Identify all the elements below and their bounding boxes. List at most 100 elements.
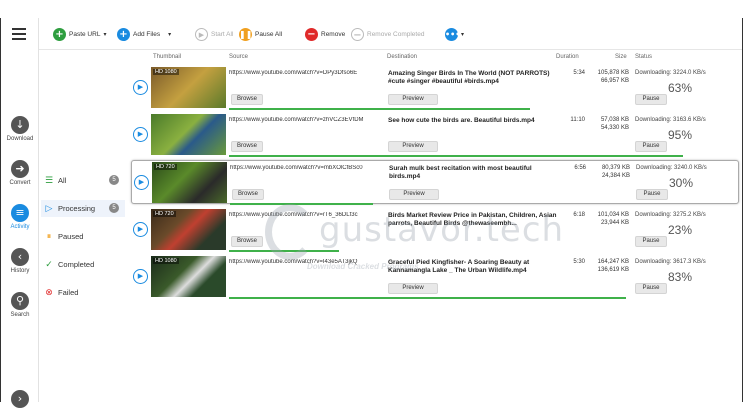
hamburger-menu-icon[interactable] xyxy=(12,28,26,40)
filter-all[interactable]: ☰ All 5 xyxy=(41,172,125,189)
pause-all-button[interactable]: ❚❚ Pause All xyxy=(239,26,282,42)
filter-completed-label: Completed xyxy=(58,260,95,269)
progress-percent: 23% xyxy=(668,223,693,237)
pause-button[interactable]: Pause xyxy=(635,94,667,105)
total-size: 101,034 KB xyxy=(597,212,629,218)
filter-panel: ☰ All 5 ▷ Processing 5 ⏸ Paused ✓ Comple… xyxy=(39,50,129,402)
pause-button[interactable]: Pause xyxy=(636,189,668,200)
play-icon[interactable]: ▶ xyxy=(133,222,148,237)
source-url: https://www.youtube.com/watch?v=zhVCZ3EV… xyxy=(229,117,364,123)
play-icon[interactable]: ▶ xyxy=(134,175,149,190)
plus-icon: + xyxy=(53,27,66,41)
filter-failed[interactable]: ⊗ Failed xyxy=(41,284,125,301)
list-icon: ☰ xyxy=(44,175,54,186)
pause-all-label: Pause All xyxy=(255,30,283,38)
browse-button[interactable]: Browse xyxy=(231,94,263,105)
filter-failed-label: Failed xyxy=(58,288,79,297)
nav-more[interactable]: › xyxy=(1,390,39,408)
pause-circle-icon: ⏸ xyxy=(46,231,52,242)
column-header-source[interactable]: Source xyxy=(229,54,248,60)
size-value: 105,878 KB 66,957 KB xyxy=(591,70,629,85)
destination-filename: Surah mulk best recitation with most bea… xyxy=(389,165,532,180)
filter-processing-count: 5 xyxy=(109,203,119,213)
pause-button[interactable]: Pause xyxy=(635,141,667,152)
quality-badge: HD 720 xyxy=(154,164,177,170)
video-thumbnail: HD 1080 xyxy=(151,256,226,297)
download-row[interactable]: ▶ HD 1080 https://www.youtube.com/watch?… xyxy=(131,66,739,110)
size-value: 101,034 KB 23,944 KB xyxy=(591,212,629,227)
convert-icon: ➜ xyxy=(11,160,29,178)
nav-search[interactable]: ⚲ Search xyxy=(1,292,39,318)
progress-fill xyxy=(229,297,626,299)
column-header-status[interactable]: Status xyxy=(635,54,652,60)
chevron-down-icon[interactable]: ▾ xyxy=(168,31,171,38)
filter-paused[interactable]: ⏸ Paused xyxy=(41,228,125,245)
column-header-size[interactable]: Size xyxy=(615,54,627,60)
status-text: Downloading: 3163.6 KB/s xyxy=(635,117,706,123)
progress-percent: 83% xyxy=(668,270,693,284)
progress-fill xyxy=(229,108,531,110)
play-icon[interactable]: ▶ xyxy=(133,269,148,284)
nav-convert[interactable]: ➜ Convert xyxy=(1,160,39,186)
duration-value: 5:34 xyxy=(573,70,585,76)
pause-button[interactable]: Pause xyxy=(635,283,667,294)
duration-value: 11:10 xyxy=(570,117,585,123)
filter-processing[interactable]: ▷ Processing 5 xyxy=(41,200,125,217)
nav-convert-label: Convert xyxy=(9,180,31,186)
filter-paused-label: Paused xyxy=(58,232,84,241)
watermark-logo-icon xyxy=(265,204,315,260)
activity-icon: ≡ xyxy=(11,204,29,222)
size-value: 80,379 KB 24,384 KB xyxy=(592,165,630,180)
column-header-destination[interactable]: Destination xyxy=(387,54,417,60)
downloaded-size: 66,957 KB xyxy=(600,77,629,84)
nav-history[interactable]: ‹ History xyxy=(1,248,39,274)
column-header-duration[interactable]: Duration xyxy=(556,54,579,60)
filter-all-count: 5 xyxy=(109,175,119,185)
remove-completed-label: Remove Completed xyxy=(367,30,425,38)
quality-badge: HD 1080 xyxy=(153,258,179,264)
play-icon[interactable]: ▶ xyxy=(133,127,148,142)
add-files-button[interactable]: + Add Files ▾ xyxy=(117,26,171,42)
more-icon: ••• xyxy=(445,27,461,41)
screen-top-margin xyxy=(0,0,743,18)
source-url: https://www.youtube.com/watch?v=mbXOlCfB… xyxy=(230,165,363,171)
progress-percent: 30% xyxy=(669,176,694,190)
remove-label: Remove xyxy=(321,30,346,38)
search-icon: ⚲ xyxy=(11,292,29,310)
remove-completed-button[interactable]: − Remove Completed xyxy=(351,26,424,42)
play-circle-icon: ▷ xyxy=(45,203,53,214)
progress-percent: 95% xyxy=(668,128,693,142)
nav-download[interactable]: ↓ Download xyxy=(1,116,39,142)
status-text: Downloading: 3617.3 KB/s xyxy=(635,259,706,265)
total-size: 164,247 KB xyxy=(597,259,629,265)
browse-button[interactable]: Browse xyxy=(231,141,263,152)
downloaded-size: 24,384 KB xyxy=(601,172,630,179)
paste-url-button[interactable]: + Paste URL ▾ xyxy=(53,26,106,42)
remove-button[interactable]: − Remove xyxy=(305,26,345,42)
filter-completed[interactable]: ✓ Completed xyxy=(41,256,125,273)
status-text: Downloading: 3224.0 KB/s xyxy=(635,70,706,76)
chevron-right-icon: › xyxy=(11,390,29,408)
chevron-down-icon[interactable]: ▾ xyxy=(103,31,106,38)
download-icon: ↓ xyxy=(11,116,29,134)
quality-badge: HD 1080 xyxy=(153,69,179,75)
preview-button[interactable]: Preview xyxy=(388,94,438,105)
pause-button[interactable]: Pause xyxy=(635,236,667,247)
source-url: https://www.youtube.com/watch?v=DPy3Dfso… xyxy=(229,70,358,76)
more-options-button[interactable]: ••• ▾ xyxy=(445,26,464,42)
column-header-thumbnail[interactable]: Thumbnail xyxy=(153,54,181,60)
preview-button[interactable]: Preview xyxy=(388,141,438,152)
nav-activity-label: Activity xyxy=(10,224,30,230)
nav-activity[interactable]: ≡ Activity xyxy=(1,204,39,230)
destination-filename: Amazing Singer Birds In The World (NOT P… xyxy=(388,70,550,85)
start-all-button[interactable]: ▶ Start All xyxy=(195,26,233,42)
play-icon[interactable]: ▶ xyxy=(133,80,148,95)
size-value: 164,247 KB 136,619 KB xyxy=(591,259,629,274)
x-circle-icon: ⊗ xyxy=(45,287,53,298)
download-row[interactable]: ▶ https://www.youtube.com/watch?v=zhVCZ3… xyxy=(131,113,739,157)
video-thumbnail: HD 720 xyxy=(151,209,226,250)
downloaded-size: 23,944 KB xyxy=(600,219,629,226)
minus-icon: − xyxy=(351,27,364,41)
nav-download-label: Download xyxy=(6,136,34,142)
left-nav: ↓ Download ➜ Convert ≡ Activity ‹ Histor… xyxy=(1,18,39,408)
